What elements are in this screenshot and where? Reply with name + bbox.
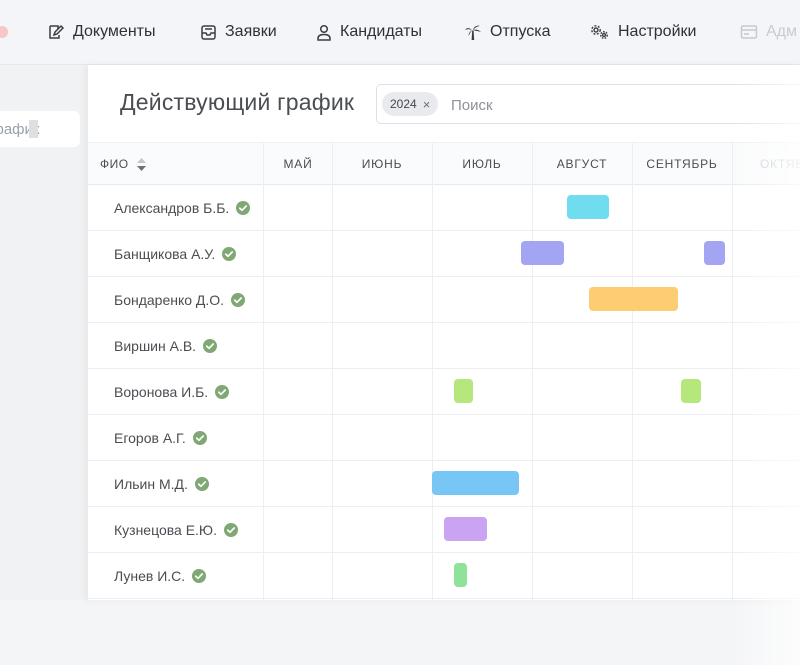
nav-item-label: Кандидаты bbox=[340, 23, 423, 40]
table-row[interactable]: Лунев И.С. bbox=[88, 553, 800, 599]
gears-icon bbox=[591, 25, 608, 39]
main-panel: Действующий график 2024 × ФИО МАЙ ИЮНЬ И… bbox=[88, 65, 800, 665]
edit-document-icon bbox=[49, 24, 65, 39]
month-label: ИЮЛЬ bbox=[462, 157, 502, 171]
text-cursor bbox=[29, 120, 39, 138]
month-label: ИЮНЬ bbox=[361, 157, 403, 171]
employee-name-cell: Воронова И.Б. bbox=[114, 369, 230, 414]
column-header-label: ФИО bbox=[100, 157, 129, 171]
nav-item-vacations[interactable]: Отпуска bbox=[464, 0, 551, 64]
vacation-bar[interactable] bbox=[704, 241, 725, 265]
table-row[interactable]: Егоров А.Г. bbox=[88, 415, 800, 461]
vacation-bar[interactable] bbox=[444, 517, 487, 541]
filter-chip-label: 2024 bbox=[390, 97, 417, 111]
table-row[interactable]: Бондаренко Д.О. bbox=[88, 277, 800, 323]
employee-name: Виршин А.В. bbox=[114, 337, 197, 354]
employee-name-cell: Виршин А.В. bbox=[114, 323, 218, 368]
check-circle-icon bbox=[203, 338, 218, 353]
table-row[interactable]: Кузнецова Е.Ю. bbox=[88, 507, 800, 553]
employee-name-cell: Банщикова А.У. bbox=[114, 231, 237, 276]
employee-name: Банщикова А.У. bbox=[114, 245, 216, 262]
vacation-bar[interactable] bbox=[681, 379, 701, 403]
month-header-october: ОКТЯБ bbox=[732, 143, 800, 185]
employee-name-cell: Кузнецова Е.Ю. bbox=[114, 507, 238, 552]
sort-icon[interactable] bbox=[136, 157, 146, 171]
month-header-august: АВГУСТ bbox=[532, 143, 632, 185]
nav-item-label: Документы bbox=[73, 23, 156, 40]
nav-item-requests[interactable]: Заявки bbox=[200, 0, 277, 64]
month-label: СЕНТЯБРЬ bbox=[646, 157, 718, 171]
palm-tree-icon bbox=[465, 25, 481, 40]
table-row[interactable]: Банщикова А.У. bbox=[88, 231, 800, 277]
employee-name: Егоров А.Г. bbox=[114, 429, 186, 446]
table-header: ФИО МАЙ ИЮНЬ ИЮЛЬ АВГУСТ СЕНТЯБРЬ ОКТЯБ bbox=[88, 142, 800, 185]
nav-item-settings[interactable]: Настройки bbox=[590, 0, 696, 64]
employee-name-cell: Егоров А.Г. bbox=[114, 415, 207, 460]
employee-name: Ильин М.Д. bbox=[114, 475, 188, 492]
check-circle-icon bbox=[236, 200, 251, 215]
search-input[interactable] bbox=[449, 91, 753, 119]
vacation-bar[interactable] bbox=[454, 379, 473, 403]
filter-chip-year[interactable]: 2024 × bbox=[382, 92, 439, 116]
nav-item-label: Заявки bbox=[225, 23, 277, 40]
nav-item-label: Отпуска bbox=[490, 23, 551, 40]
check-circle-icon bbox=[222, 246, 237, 261]
employee-name-cell: Александров Б.Б. bbox=[114, 185, 251, 230]
vacation-bar[interactable] bbox=[432, 471, 519, 495]
nav-item-label: Адм bbox=[766, 23, 798, 40]
employee-name: Александров Б.Б. bbox=[114, 199, 230, 216]
table-row[interactable]: Воронова И.Б. bbox=[88, 369, 800, 415]
sidebar: график bbox=[0, 65, 88, 600]
nav-item-admin[interactable]: Адм bbox=[740, 0, 797, 64]
table-row[interactable]: Александров Б.Б. bbox=[88, 185, 800, 231]
month-header-september: СЕНТЯБРЬ bbox=[632, 143, 732, 185]
notification-dot bbox=[0, 26, 8, 38]
month-header-may: МАЙ bbox=[264, 143, 332, 185]
nav-item-candidates[interactable]: Кандидаты bbox=[316, 0, 422, 64]
vacation-bar[interactable] bbox=[567, 195, 609, 219]
employee-name: Кузнецова Е.Ю. bbox=[114, 521, 217, 538]
table-row[interactable]: Виршин А.В. bbox=[88, 323, 800, 369]
top-navigation: Документы Заявки Кандидаты Отпуска Настр… bbox=[0, 0, 800, 65]
employee-name-cell: Бондаренко Д.О. bbox=[114, 277, 246, 322]
vacation-bar[interactable] bbox=[521, 241, 564, 265]
vacation-bar[interactable] bbox=[454, 563, 467, 587]
close-icon[interactable]: × bbox=[423, 97, 431, 112]
month-label: ОКТЯБ bbox=[760, 157, 800, 171]
inbox-icon bbox=[201, 24, 216, 40]
employee-name: Лунев И.С. bbox=[114, 567, 186, 584]
page-title: Действующий график bbox=[120, 89, 355, 115]
month-label: АВГУСТ bbox=[556, 157, 608, 171]
month-label: МАЙ bbox=[283, 157, 313, 171]
sidebar-item-schedule[interactable]: график bbox=[0, 111, 80, 147]
employee-name-cell: Лунев И.С. bbox=[114, 553, 207, 598]
month-header-june: ИЮНЬ bbox=[332, 143, 432, 185]
check-circle-icon bbox=[231, 292, 246, 307]
employee-name: Бондаренко Д.О. bbox=[114, 291, 225, 308]
nav-item-documents[interactable]: Документы bbox=[47, 0, 155, 64]
check-circle-icon bbox=[192, 430, 207, 445]
id-card-icon bbox=[740, 25, 758, 39]
user-icon bbox=[317, 24, 331, 41]
employee-name: Воронова И.Б. bbox=[114, 383, 209, 400]
table-row[interactable]: Ильин М.Д. bbox=[88, 461, 800, 507]
check-circle-icon bbox=[194, 476, 209, 491]
column-header-name[interactable]: ФИО bbox=[100, 143, 146, 185]
check-circle-icon bbox=[192, 568, 207, 583]
check-circle-icon bbox=[215, 384, 230, 399]
employee-name-cell: Ильин М.Д. bbox=[114, 461, 209, 506]
search-box[interactable]: 2024 × bbox=[376, 84, 800, 124]
check-circle-icon bbox=[223, 522, 238, 537]
month-header-july: ИЮЛЬ bbox=[432, 143, 532, 185]
vacation-bar[interactable] bbox=[589, 287, 678, 311]
nav-item-label: Настройки bbox=[618, 23, 697, 40]
